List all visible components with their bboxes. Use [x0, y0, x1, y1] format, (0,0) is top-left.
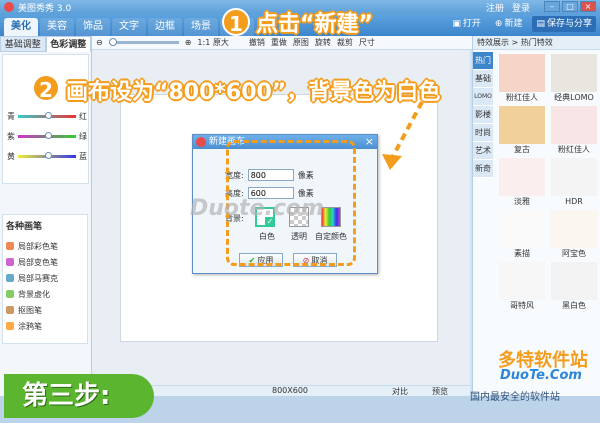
- right-panel: 特效展示 > 热门特效 热门 基础 LOMO 影楼 时尚 艺术 新奇 粉红佳人 …: [472, 36, 600, 396]
- save-icon: ▤: [536, 19, 545, 29]
- effect-item[interactable]: 素描: [497, 210, 547, 260]
- partial-mosaic-pen[interactable]: 局部马赛克: [6, 270, 84, 286]
- yellow-blue-slider[interactable]: 黄 蓝: [7, 151, 87, 161]
- close-icon[interactable]: ×: [580, 1, 596, 12]
- category-art[interactable]: 艺术: [473, 142, 493, 160]
- effect-thumb: [551, 54, 597, 92]
- duote-logo: 多特软件站 DuoTe.Com 国内最安全的软件站: [470, 346, 600, 406]
- effect-item[interactable]: 粉红佳人: [549, 106, 599, 156]
- zoom-slider[interactable]: [108, 38, 179, 46]
- tab-color-adjust[interactable]: 色彩调整: [45, 36, 91, 52]
- category-fashion[interactable]: 时尚: [473, 124, 493, 142]
- effects-header: 特效展示 > 热门特效: [473, 36, 600, 50]
- watermark-text: Duote.com: [190, 196, 324, 221]
- cyan-red-slider[interactable]: 青 红: [7, 111, 87, 121]
- redo-button[interactable]: 重做: [271, 37, 287, 48]
- step1-instruction: 点击“新建”: [256, 12, 373, 37]
- category-novel[interactable]: 新奇: [473, 160, 493, 178]
- slider-knob[interactable]: [45, 132, 52, 139]
- tab-text[interactable]: 文字: [112, 18, 146, 36]
- site-slogan: 国内最安全的软件站: [470, 392, 560, 403]
- tab-beautify[interactable]: 美化: [4, 18, 38, 36]
- effect-thumb: [499, 210, 545, 248]
- dialog-logo-icon: [196, 137, 206, 147]
- resize-button[interactable]: 尺寸: [359, 37, 375, 48]
- step1-number-badge: 1: [222, 8, 250, 36]
- slider-knob[interactable]: [45, 112, 52, 119]
- effect-item[interactable]: HDR: [549, 158, 599, 208]
- site-url: DuoTe.Com: [500, 368, 582, 383]
- doodle-pen[interactable]: 涂鸦笔: [6, 318, 84, 334]
- effect-item[interactable]: 粉红佳人: [497, 54, 547, 104]
- effect-thumb: [551, 106, 597, 144]
- tab-scene[interactable]: 场景: [184, 18, 218, 36]
- new-button[interactable]: ⊕ 新建: [491, 16, 527, 32]
- effect-thumb: [499, 262, 545, 300]
- folder-icon: ▣: [452, 19, 461, 29]
- doodle-icon: [6, 322, 14, 330]
- zoom-knob[interactable]: [108, 38, 117, 46]
- minimize-icon[interactable]: –: [544, 1, 560, 12]
- blur-icon: [6, 290, 14, 298]
- tab-face[interactable]: 美容: [40, 18, 74, 36]
- open-button[interactable]: ▣ 打开: [448, 16, 485, 32]
- login-link[interactable]: 登录: [512, 1, 530, 14]
- category-basic[interactable]: 基础: [473, 70, 493, 88]
- crop-button[interactable]: 裁剪: [337, 37, 353, 48]
- paint-tools-box: 各种画笔 局部彩色笔 局部变色笔 局部马赛克 背景虚化 抠图笔 涂鸦笔: [2, 214, 88, 344]
- effect-item[interactable]: 阿宝色: [549, 210, 599, 260]
- zoom-in-icon[interactable]: ⊕: [185, 38, 192, 47]
- plus-icon: ⊕: [494, 19, 503, 29]
- category-hot[interactable]: 热门: [473, 52, 493, 70]
- pointer-arrow-icon: [382, 101, 424, 170]
- tab-basic-adjust[interactable]: 基础调整: [0, 36, 46, 52]
- register-link[interactable]: 注册: [486, 1, 504, 14]
- effect-thumb: [551, 158, 597, 196]
- effect-thumb: [551, 210, 597, 248]
- partial-color-pen[interactable]: 局部彩色笔: [6, 238, 84, 254]
- original-button[interactable]: 原图: [293, 37, 309, 48]
- actual-size-button[interactable]: 1:1 原大: [197, 37, 228, 48]
- effect-item[interactable]: 淡雅: [497, 158, 547, 208]
- step2-number-badge: 2: [32, 74, 60, 102]
- effect-thumb: [551, 262, 597, 300]
- category-studio[interactable]: 影楼: [473, 106, 493, 124]
- magenta-green-slider[interactable]: 紫 绿: [7, 131, 87, 141]
- cutout-icon: [6, 306, 14, 314]
- tab-decor[interactable]: 饰品: [76, 18, 110, 36]
- color-pen-icon: [6, 242, 14, 250]
- rotate-button[interactable]: 旋转: [315, 37, 331, 48]
- app-logo-icon: [4, 2, 14, 12]
- save-share-button[interactable]: ▤ 保存与分享: [532, 16, 596, 32]
- app-title: 美图秀秀 3.0: [18, 3, 72, 14]
- effect-item[interactable]: 经典LOMO: [549, 54, 599, 104]
- category-lomo[interactable]: LOMO: [473, 88, 493, 106]
- paint-tools-title: 各种画笔: [6, 222, 43, 232]
- effect-item[interactable]: 黑白色: [549, 262, 599, 312]
- maximize-icon[interactable]: □: [562, 1, 578, 12]
- effect-thumb: [499, 158, 545, 196]
- slider-knob[interactable]: [45, 152, 52, 159]
- canvas-size-readout: 800X600: [272, 386, 309, 395]
- tab-frame[interactable]: 边框: [148, 18, 182, 36]
- mosaic-icon: [6, 274, 14, 282]
- undo-button[interactable]: 撤销: [249, 37, 265, 48]
- effect-item[interactable]: 哥特风: [497, 262, 547, 312]
- recolor-pen-icon: [6, 258, 14, 266]
- zoom-out-icon[interactable]: ⊖: [96, 38, 103, 47]
- edit-toolbar: ⊖ ⊕ 1:1 原大 撤销 重做 原图 旋转 裁剪 尺寸: [92, 36, 472, 50]
- partial-recolor-pen[interactable]: 局部变色笔: [6, 254, 84, 270]
- background-blur[interactable]: 背景虚化: [6, 286, 84, 302]
- effect-item[interactable]: 复古: [497, 106, 547, 156]
- cutout-pen[interactable]: 抠图笔: [6, 302, 84, 318]
- step-badge: 第三步:: [4, 374, 154, 418]
- effect-thumb: [499, 106, 545, 144]
- effect-thumb: [499, 54, 545, 92]
